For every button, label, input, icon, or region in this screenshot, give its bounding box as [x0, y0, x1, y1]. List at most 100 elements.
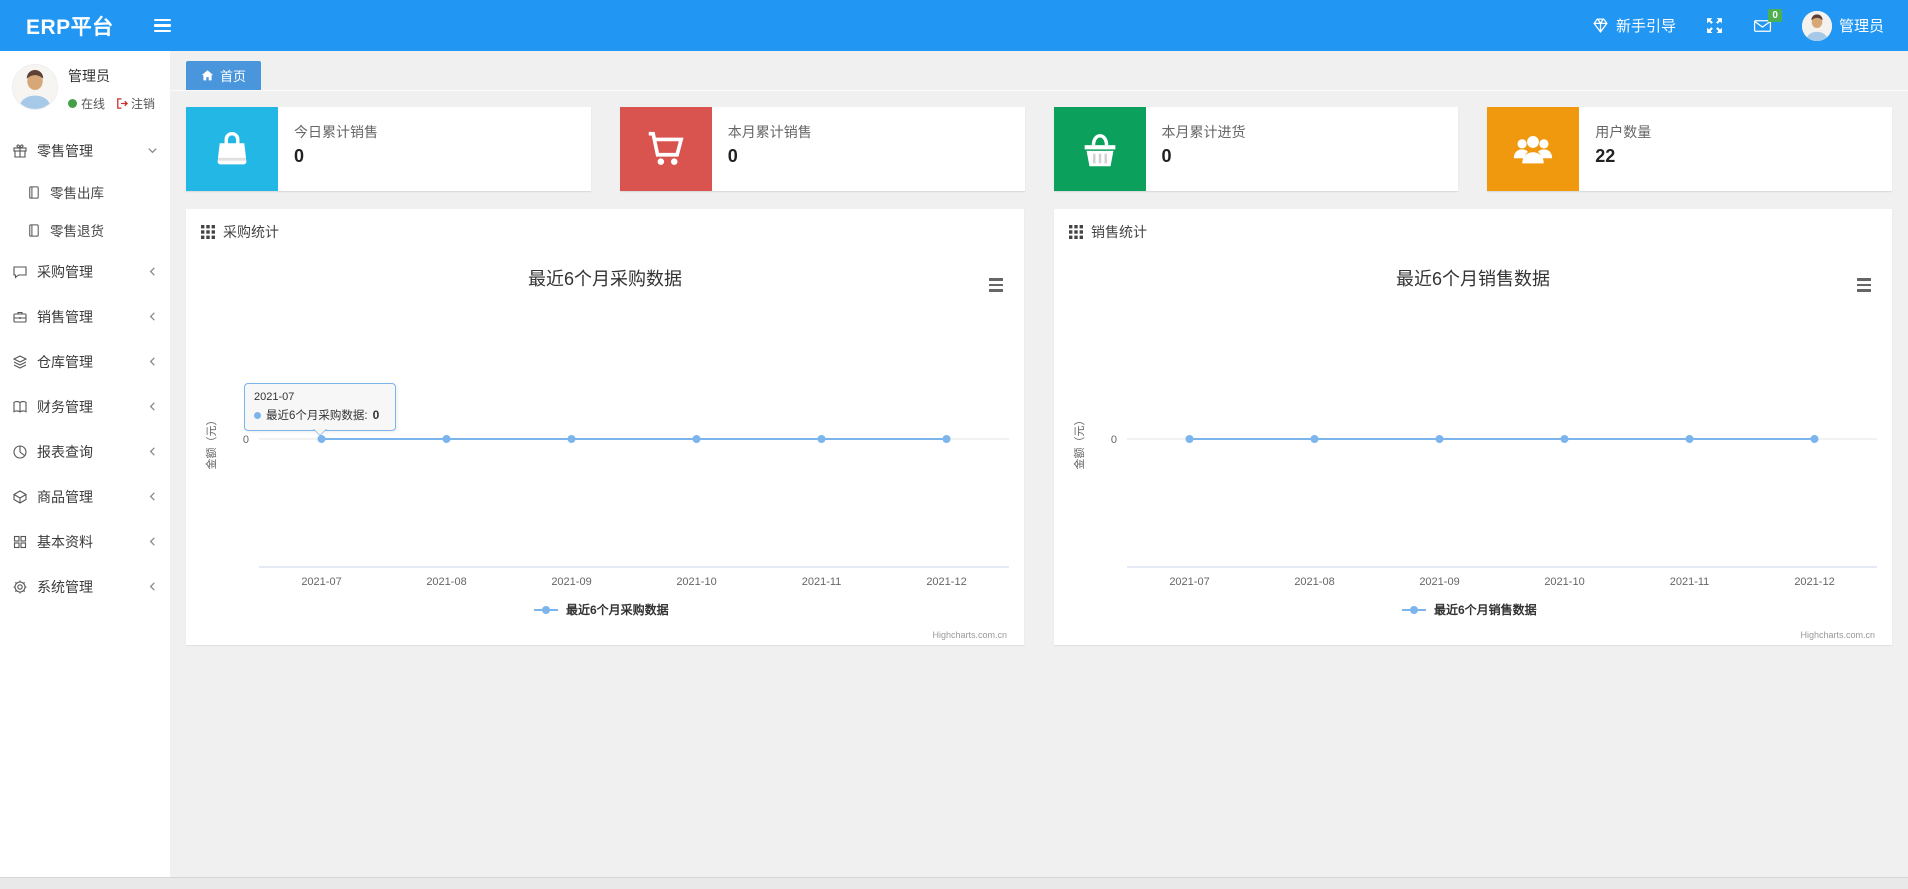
retail-submenu: 零售出库 零售退货 [0, 173, 170, 249]
online-status-label: 在线 [81, 97, 106, 111]
th-grid-icon [1069, 225, 1083, 239]
grid-icon [12, 534, 28, 550]
chat-icon [12, 264, 28, 280]
chevron-down-icon [147, 145, 158, 156]
chart-tooltip: 2021-07 最近6个月采购数据: 0 [244, 383, 396, 436]
users-icon [1487, 107, 1580, 191]
sidebar-item-goods[interactable]: 商品管理 [0, 474, 170, 519]
sidebar-user-block: 管理员 在线 注销 [0, 51, 170, 124]
logout-button[interactable]: 注销 [115, 95, 155, 112]
gear-icon [12, 579, 28, 595]
purchase-chart[interactable]: 金额（元） 0 2021-07 2021-08 2021-09 2021-10 2021-1… [201, 294, 1009, 642]
stat-card-today-sales: 今日累计销售 0 [186, 107, 591, 191]
sidebar-toggle-icon[interactable] [153, 18, 171, 33]
svg-text:2021-11: 2021-11 [802, 576, 842, 588]
svg-text:2021-07: 2021-07 [1169, 576, 1209, 588]
user-menu[interactable]: 管理员 [1801, 10, 1884, 41]
charts-row: 采购统计 最近6个月采购数据 金额（元） 0 2021-07 2021-08 2021-… [186, 209, 1892, 645]
message-count-badge: 0 [1768, 8, 1782, 22]
purchase-stats-panel: 采购统计 最近6个月采购数据 金额（元） 0 2021-07 2021-08 2021-… [186, 209, 1024, 645]
gift-icon [12, 143, 28, 159]
app-brand: ERP平台 [26, 15, 114, 39]
sidebar-item-reports[interactable]: 报表查询 [0, 429, 170, 474]
svg-text:2021-09: 2021-09 [551, 576, 591, 588]
tab-home[interactable]: 首页 [186, 61, 262, 90]
svg-text:最近6个月销售数据: 最近6个月销售数据 [1434, 602, 1537, 617]
sales-stats-panel: 销售统计 最近6个月销售数据 金额（元） 0 2021-07 2021-08 2021-… [1054, 209, 1892, 645]
svg-text:2021-08: 2021-08 [426, 576, 466, 588]
svg-text:金额（元）: 金额（元） [204, 415, 218, 470]
briefcase-icon [12, 309, 28, 325]
layers-icon [12, 354, 28, 370]
panel-title: 采购统计 [223, 224, 279, 240]
basket-icon [1053, 107, 1146, 191]
fullscreen-button[interactable] [1706, 17, 1723, 34]
home-icon [201, 70, 214, 81]
svg-text:金额（元）: 金额（元） [1072, 415, 1086, 470]
cart-icon [619, 107, 712, 191]
chevron-left-icon [147, 446, 158, 457]
chevron-left-icon [147, 266, 158, 277]
sales-chart[interactable]: 金额（元） 0 2021-07 2021-08 2021-09 2021-10 2021-1… [1069, 294, 1877, 642]
pie-chart-icon [12, 444, 28, 460]
bag-icon [186, 107, 278, 191]
messages-button[interactable]: 0 [1753, 8, 1782, 34]
sidebar-user-name: 管理员 [68, 68, 110, 84]
svg-text:最近6个月采购数据: 最近6个月采购数据 [566, 602, 669, 617]
sidebar-item-warehouse[interactable]: 仓库管理 [0, 339, 170, 384]
sidebar-item-retail-return[interactable]: 零售退货 [0, 211, 170, 249]
stat-card-month-sales: 本月累计销售 0 [619, 107, 1025, 191]
svg-text:2021-09: 2021-09 [1419, 576, 1459, 588]
online-status-dot [68, 99, 77, 108]
journal-icon [26, 223, 41, 238]
sidebar-item-sales[interactable]: 销售管理 [0, 294, 170, 339]
chart-export-menu-icon[interactable] [986, 275, 1006, 295]
journal-icon [26, 185, 41, 200]
svg-text:2021-12: 2021-12 [926, 576, 966, 588]
sidebar-menu: 零售管理 零售出库 零售退货 采购管理 销售管理 仓库管理 财务管理 报表查询 … [0, 124, 170, 609]
sidebar-item-finance[interactable]: 财务管理 [0, 384, 170, 429]
chevron-left-icon [147, 581, 158, 592]
sidebar-item-retail[interactable]: 零售管理 [0, 128, 170, 173]
th-grid-icon [201, 225, 215, 239]
chevron-left-icon [147, 311, 158, 322]
box-icon [12, 489, 28, 505]
svg-text:0: 0 [243, 434, 249, 446]
page-footer [0, 877, 1908, 889]
user-name: 管理员 [1838, 18, 1884, 35]
chevron-left-icon [147, 356, 158, 367]
breadcrumb: 首页 [170, 51, 1908, 91]
chart-title: 最近6个月采购数据 [527, 269, 682, 289]
sidebar-item-purchase[interactable]: 采购管理 [0, 249, 170, 294]
sidebar-item-system[interactable]: 系统管理 [0, 564, 170, 609]
chart-export-menu-icon[interactable] [1854, 275, 1874, 295]
chevron-left-icon [147, 491, 158, 502]
book-icon [12, 399, 28, 415]
svg-text:Highcharts.com.cn: Highcharts.com.cn [1800, 630, 1875, 640]
sidebar-item-retail-outbound[interactable]: 零售出库 [0, 173, 170, 211]
gem-icon [1592, 17, 1609, 34]
svg-text:2021-07: 2021-07 [301, 576, 341, 588]
fullscreen-icon [1706, 17, 1723, 34]
svg-text:2021-08: 2021-08 [1294, 576, 1334, 588]
stat-card-user-count: 用户数量 22 [1487, 107, 1892, 191]
guide-button[interactable]: 新手引导 [1592, 15, 1676, 36]
sidebar-item-basedata[interactable]: 基本资料 [0, 519, 170, 564]
main-area: 首页 今日累计销售 0 本月累计销售 0 本月累计进货 0 用户数量 22 采购… [170, 51, 1908, 877]
chevron-left-icon [147, 536, 158, 547]
logout-icon [117, 98, 129, 109]
sidebar: 管理员 在线 注销 零售管理 零售出库 零售退货 采购管理 销售管理 仓库管理 … [0, 51, 170, 877]
chevron-left-icon [147, 401, 158, 412]
top-navbar: ERP平台 新手引导 0 管理员 [0, 0, 1908, 51]
svg-text:2021-12: 2021-12 [1794, 576, 1834, 588]
panel-title: 销售统计 [1091, 224, 1147, 240]
svg-text:0: 0 [1111, 434, 1117, 446]
stat-card-month-purchase: 本月累计进货 0 [1053, 107, 1459, 191]
svg-text:2021-11: 2021-11 [1670, 576, 1710, 588]
user-avatar [1801, 10, 1832, 41]
sidebar-user-avatar [12, 64, 58, 110]
series-marker-dot [254, 411, 261, 419]
svg-text:Highcharts.com.cn: Highcharts.com.cn [932, 630, 1007, 640]
svg-text:2021-10: 2021-10 [676, 576, 716, 588]
svg-text:2021-10: 2021-10 [1544, 576, 1584, 588]
